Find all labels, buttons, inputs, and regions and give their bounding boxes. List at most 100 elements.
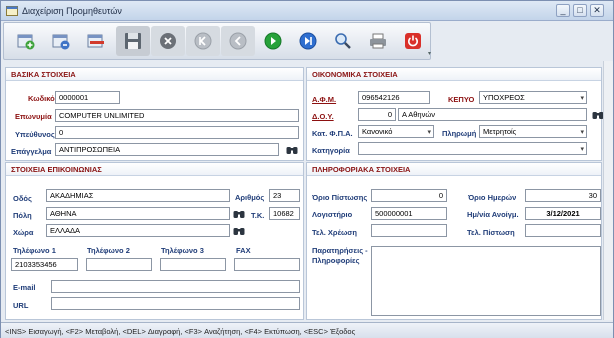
remarks-textarea[interactable] [371, 246, 601, 316]
name-field[interactable]: COMPUTER UNLIMITED [55, 109, 299, 122]
info-header-text: ΠΛΗΡΟΦΟΡΙΑΚΑ ΣΤΟΙΧΕΙΑ [312, 165, 411, 174]
zip-label: Τ.Κ. [251, 211, 265, 220]
toolbar-grip-icon[interactable]: ▾ [428, 50, 434, 58]
afm-field[interactable]: 096542126 [358, 91, 430, 104]
country-label: Χώρα [13, 228, 34, 237]
phone1-field[interactable]: 2103353456 [11, 258, 78, 271]
last-debit-field[interactable] [371, 224, 447, 237]
vat-value: Κανονικό [362, 127, 393, 136]
printer-icon [370, 33, 386, 49]
url-field[interactable] [51, 297, 300, 310]
doy-code-field[interactable]: 0 [358, 108, 396, 121]
save-button[interactable] [116, 26, 150, 56]
city-field[interactable]: ΑΘΗΝΑ [46, 207, 230, 220]
last-icon [299, 32, 317, 50]
edit-button[interactable] [44, 26, 78, 56]
open-date-field[interactable]: 3/12/2021 [525, 207, 601, 220]
first-button[interactable] [186, 26, 220, 56]
chevron-down-icon: ▾ [580, 129, 584, 136]
binoculars-icon[interactable] [286, 145, 298, 155]
credit-limit-label: Όριο Πίστωσης [312, 193, 368, 202]
afm-label: Α.Φ.Μ. [312, 95, 337, 104]
phone1-label: Τηλέφωνο 1 [13, 246, 56, 255]
minimize-button[interactable]: _ [556, 4, 570, 17]
cancel-icon [160, 33, 176, 49]
delete-button[interactable] [79, 26, 113, 56]
remarks-label-line2: Πληροφορίες [312, 256, 360, 265]
edit-icon [52, 34, 70, 50]
city-binoculars-icon[interactable] [233, 209, 245, 219]
category-label: Κατηγορία [312, 146, 350, 155]
fax-field[interactable] [234, 258, 300, 271]
days-limit-label: Όριο Ημερών [468, 193, 517, 202]
code-field[interactable]: 0000001 [55, 91, 120, 104]
country-binoculars-icon[interactable] [233, 226, 245, 236]
phone2-field[interactable] [86, 258, 152, 271]
email-field[interactable] [51, 280, 300, 293]
window-title: Διαχείριση Προμηθευτών [22, 6, 122, 16]
maximize-button[interactable]: □ [573, 4, 587, 17]
first-icon [194, 32, 212, 50]
fax-label: FAX [236, 246, 251, 255]
number-label: Αριθμός [235, 193, 265, 202]
financial-header-text: ΟΙΚΟΝΟΜΙΚΑ ΣΤΟΙΧΕΙΑ [312, 70, 398, 79]
last-button[interactable] [291, 26, 325, 56]
credit-limit-field[interactable]: 0 [371, 189, 447, 202]
phone3-field[interactable] [160, 258, 226, 271]
number-field[interactable]: 23 [269, 189, 300, 202]
zip-field[interactable]: 10682 [269, 207, 300, 220]
category-select[interactable]: ▾ [358, 142, 587, 155]
doy-label: Δ.Ο.Υ. [312, 112, 334, 121]
payment-label: Πληρωμή [442, 129, 477, 138]
account-label: Λογιστήριο [312, 210, 353, 219]
cancel-button[interactable] [151, 26, 185, 56]
next-icon [264, 32, 282, 50]
title-bar: Διαχείριση Προμηθευτών _ □ ✕ [1, 1, 613, 21]
add-icon [17, 34, 35, 50]
responsible-label: Υπεύθυνος [15, 130, 55, 139]
url-label: URL [13, 301, 29, 310]
phone2-label: Τηλέφωνο 2 [87, 246, 130, 255]
country-field[interactable]: ΕΛΛΑΔΑ [46, 224, 230, 237]
search-button[interactable] [326, 26, 360, 56]
financial-header: ΟΙΚΟΝΟΜΙΚΑ ΣΤΟΙΧΕΙΑ [307, 68, 601, 81]
last-credit-field[interactable] [525, 224, 601, 237]
app-icon [6, 6, 18, 16]
email-label: E-mail [13, 283, 36, 292]
profession-label: Επάγγελμα [11, 147, 52, 156]
days-limit-field[interactable]: 30 [525, 189, 601, 202]
payment-value: Μετρητοίς [483, 127, 517, 136]
last-credit-label: Τελ. Πίστωση [467, 228, 515, 237]
chevron-down-icon: ▾ [580, 95, 584, 102]
exit-button[interactable] [396, 26, 430, 56]
vat-select[interactable]: Κανονικό ▾ [358, 125, 434, 138]
next-button[interactable] [256, 26, 290, 56]
contact-header-text: ΣΤΟΙΧΕΙΑ ΕΠΙΚΟΙΝΩΝΙΑΣ [11, 165, 102, 174]
phone3-label: Τηλέφωνο 3 [161, 246, 204, 255]
remarks-label-line1: Παρατηρήσεις - [312, 246, 368, 255]
scrollbar[interactable] [603, 61, 613, 320]
status-text: <INS> Εισαγωγή, <F2> Μεταβολή, <DEL> Δια… [5, 327, 356, 336]
profession-field[interactable]: ΑΝΤΙΠΡΟΣΩΠΕΙΑ [55, 143, 279, 156]
last-debit-label: Τελ. Χρέωση [312, 228, 357, 237]
street-field[interactable]: ΑΚΑΔΗΜΙΑΣ [46, 189, 230, 202]
vat-label: Κατ. Φ.Π.Α. [312, 129, 353, 138]
previous-button[interactable] [221, 26, 255, 56]
account-field[interactable]: 500000001 [371, 207, 447, 220]
contact-header: ΣΤΟΙΧΕΙΑ ΕΠΙΚΟΙΝΩΝΙΑΣ [6, 163, 303, 176]
basic-header-text: ΒΑΣΙΚΑ ΣΤΟΙΧΕΙΑ [11, 70, 76, 79]
kepyo-select[interactable]: ΥΠΟΧΡΕΟΣ ▾ [479, 91, 587, 104]
add-button[interactable] [9, 26, 43, 56]
payment-select[interactable]: Μετρητοίς ▾ [479, 125, 587, 138]
search-icon [335, 33, 351, 49]
delete-icon [87, 34, 104, 48]
print-button[interactable] [361, 26, 395, 56]
open-date-label: Ημ/νία Ανοίγμ. [467, 210, 519, 219]
responsible-field[interactable]: 0 [55, 126, 299, 139]
basic-header: ΒΑΣΙΚΑ ΣΤΟΙΧΕΙΑ [6, 68, 303, 81]
supplier-window: Διαχείριση Προμηθευτών _ □ ✕ ▾ ΒΑΣΙΚΑ ΣΤ… [0, 0, 614, 338]
close-window-button[interactable]: ✕ [590, 4, 604, 17]
doy-field[interactable]: Α Αθηνών [398, 108, 587, 121]
floppy-icon [125, 33, 141, 49]
status-bar: <INS> Εισαγωγή, <F2> Μεταβολή, <DEL> Δια… [1, 322, 613, 338]
